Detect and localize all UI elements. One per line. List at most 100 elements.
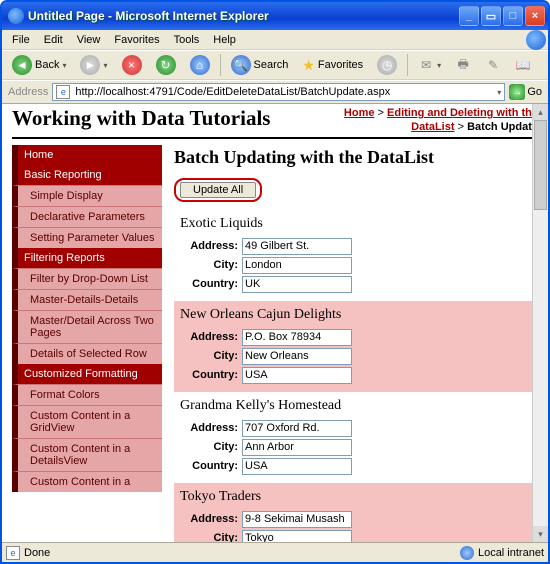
page-icon: e <box>6 546 20 560</box>
forward-icon: ► <box>80 55 100 75</box>
sidebar-item[interactable]: Simple Display <box>12 185 162 206</box>
record-title: Tokyo Traders <box>180 489 534 505</box>
print-button[interactable]: 🖶 <box>451 55 475 75</box>
address-bar: Address e ▾ → Go <box>2 80 548 104</box>
refresh-icon: ↻ <box>156 55 176 75</box>
menu-view[interactable]: View <box>71 32 107 48</box>
city-input[interactable] <box>242 439 352 456</box>
sidebar-header-basic-reporting[interactable]: Basic Reporting <box>12 165 162 185</box>
address-label: Address: <box>180 422 238 434</box>
history-button[interactable]: ◷ <box>373 53 401 77</box>
record-title: Grandma Kelly's Homestead <box>180 398 534 414</box>
menu-tools[interactable]: Tools <box>168 32 206 48</box>
breadcrumb-home[interactable]: Home <box>344 107 375 119</box>
record: Tokyo TradersAddress:City:Country: <box>174 483 538 542</box>
sidebar-item[interactable]: Custom Content in a <box>12 471 162 492</box>
ie-icon <box>8 8 24 24</box>
country-label: Country: <box>180 278 238 290</box>
back-button[interactable]: ◄ Back ▾ <box>8 53 70 77</box>
sidebar-item[interactable]: Declarative Parameters <box>12 206 162 227</box>
minimize-button[interactable]: _ <box>459 6 479 26</box>
restore-button[interactable]: ▭ <box>481 6 501 26</box>
update-all-highlight: Update All <box>174 178 262 202</box>
sidebar-item[interactable]: Master-Details-Details <box>12 289 162 310</box>
record-title: New Orleans Cajun Delights <box>180 307 534 323</box>
city-label: City: <box>180 441 238 453</box>
menu-bar: File Edit View Favorites Tools Help <box>2 30 548 50</box>
go-button[interactable]: → Go <box>509 84 542 100</box>
forward-button[interactable]: ► ▾ <box>76 53 111 77</box>
scroll-down-icon[interactable]: ▾ <box>533 526 548 542</box>
window-title: Untitled Page - Microsoft Internet Explo… <box>28 9 459 23</box>
address-input[interactable] <box>73 85 494 99</box>
go-label: Go <box>527 86 542 98</box>
country-input[interactable] <box>242 458 352 475</box>
sidebar-header-filtering-reports[interactable]: Filtering Reports <box>12 248 162 268</box>
research-icon: 📖 <box>515 57 531 73</box>
search-icon: 🔍 <box>231 55 251 75</box>
edit-icon: ✎ <box>485 57 501 73</box>
record: Exotic Liquids Address: City: Country: <box>174 210 538 301</box>
sidebar-header-customized-formatting[interactable]: Customized Formatting <box>12 364 162 384</box>
search-button[interactable]: 🔍 Search <box>227 53 293 77</box>
address-label: Address: <box>180 331 238 343</box>
city-label: City: <box>180 350 238 362</box>
scroll-thumb[interactable] <box>534 120 547 210</box>
back-label: Back <box>35 59 59 71</box>
site-title: Working with Data Tutorials <box>12 106 270 131</box>
mail-button[interactable]: ✉▾ <box>414 55 445 75</box>
sidebar: Home Basic Reporting Simple Display Decl… <box>12 145 162 542</box>
sidebar-item[interactable]: Details of Selected Row <box>12 343 162 364</box>
back-icon: ◄ <box>12 55 32 75</box>
research-button[interactable]: 📖 <box>511 55 535 75</box>
menu-edit[interactable]: Edit <box>38 32 69 48</box>
status-bar: e Done Local intranet <box>2 542 548 562</box>
city-input[interactable] <box>242 348 352 365</box>
sidebar-item[interactable]: Filter by Drop-Down List <box>12 268 162 289</box>
zone-text: Local intranet <box>478 547 544 559</box>
address-input[interactable] <box>242 511 352 528</box>
home-button[interactable]: ⌂ <box>186 53 214 77</box>
mail-icon: ✉ <box>418 57 434 73</box>
address-label: Address: <box>180 240 238 252</box>
sidebar-item[interactable]: Format Colors <box>12 384 162 405</box>
address-input[interactable] <box>242 420 352 437</box>
menu-help[interactable]: Help <box>207 32 242 48</box>
refresh-button[interactable]: ↻ <box>152 53 180 77</box>
stop-icon: × <box>122 55 142 75</box>
main-content: Batch Updating with the DataList Update … <box>162 145 538 542</box>
sidebar-item[interactable]: Setting Parameter Values <box>12 227 162 248</box>
edit-button[interactable]: ✎ <box>481 55 505 75</box>
stop-button[interactable]: × <box>118 53 146 77</box>
record-title: Exotic Liquids <box>180 216 534 232</box>
scroll-up-icon[interactable]: ▴ <box>533 104 548 120</box>
sidebar-item[interactable]: Custom Content in a GridView <box>12 405 162 438</box>
address-input[interactable] <box>242 238 352 255</box>
country-input[interactable] <box>242 276 352 293</box>
page-header: Working with Data Tutorials Home > Editi… <box>12 106 538 139</box>
sidebar-item[interactable]: Master/Detail Across Two Pages <box>12 310 162 343</box>
country-input[interactable] <box>242 367 352 384</box>
address-input[interactable] <box>242 329 352 346</box>
chevron-down-icon[interactable]: ▾ <box>497 88 501 97</box>
record: New Orleans Cajun DelightsAddress:City:C… <box>174 301 538 392</box>
page-title: Batch Updating with the DataList <box>174 147 538 168</box>
city-input[interactable] <box>242 257 352 274</box>
scrollbar[interactable]: ▴ ▾ <box>532 104 548 542</box>
city-label: City: <box>180 259 238 271</box>
menu-favorites[interactable]: Favorites <box>108 32 165 48</box>
city-label: City: <box>180 532 238 542</box>
address-field[interactable]: e ▾ <box>52 83 505 101</box>
city-input[interactable] <box>242 530 352 542</box>
breadcrumb-current: Batch Update <box>467 121 538 133</box>
favorites-button[interactable]: ★ Favorites <box>298 55 367 76</box>
favorites-label: Favorites <box>318 59 363 71</box>
maximize-button[interactable]: □ <box>503 6 523 26</box>
close-button[interactable]: × <box>525 6 545 26</box>
sidebar-item[interactable]: Custom Content in a DetailsView <box>12 438 162 471</box>
update-all-button[interactable]: Update All <box>180 182 256 198</box>
address-label: Address <box>8 86 48 98</box>
breadcrumb: Home > Editing and Deleting with the Dat… <box>338 106 538 135</box>
sidebar-home[interactable]: Home <box>12 145 162 165</box>
menu-file[interactable]: File <box>6 32 36 48</box>
